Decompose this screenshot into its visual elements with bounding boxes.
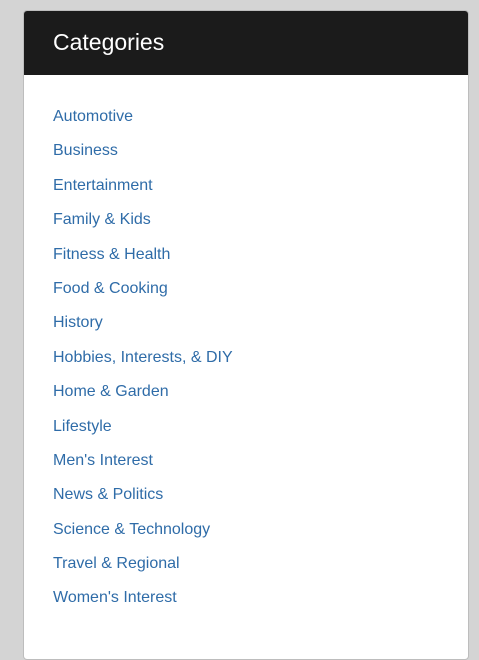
- list-item: Fitness & Health: [53, 243, 468, 277]
- list-item: Men's Interest: [53, 449, 468, 483]
- category-link-news-politics[interactable]: News & Politics: [53, 486, 163, 503]
- category-link-womens-interest[interactable]: Women's Interest: [53, 589, 177, 606]
- list-item: Entertainment: [53, 174, 468, 208]
- category-link-travel-regional[interactable]: Travel & Regional: [53, 555, 180, 572]
- list-item: Business: [53, 139, 468, 173]
- category-link-science-technology[interactable]: Science & Technology: [53, 521, 210, 538]
- category-link-fitness-health[interactable]: Fitness & Health: [53, 246, 170, 263]
- list-item: Automotive: [53, 105, 468, 139]
- category-link-entertainment[interactable]: Entertainment: [53, 177, 153, 194]
- category-link-food-cooking[interactable]: Food & Cooking: [53, 280, 168, 297]
- panel-title: Categories: [53, 28, 165, 55]
- list-item: News & Politics: [53, 483, 468, 517]
- list-item: History: [53, 311, 468, 345]
- list-item: Travel & Regional: [53, 552, 468, 586]
- category-link-automotive[interactable]: Automotive: [53, 108, 133, 125]
- category-link-business[interactable]: Business: [53, 142, 118, 159]
- list-item: Hobbies, Interests, & DIY: [53, 346, 468, 380]
- category-link-family-kids[interactable]: Family & Kids: [53, 211, 151, 228]
- panel-header: Categories: [24, 11, 468, 75]
- category-link-history[interactable]: History: [53, 314, 103, 331]
- category-link-hobbies-interests-diy[interactable]: Hobbies, Interests, & DIY: [53, 349, 233, 366]
- category-list: Automotive Business Entertainment Family…: [24, 75, 468, 621]
- category-link-lifestyle[interactable]: Lifestyle: [53, 418, 112, 435]
- categories-panel: Categories Automotive Business Entertain…: [23, 10, 469, 660]
- list-item: Lifestyle: [53, 415, 468, 449]
- list-item: Women's Interest: [53, 586, 468, 620]
- list-item: Food & Cooking: [53, 277, 468, 311]
- category-link-mens-interest[interactable]: Men's Interest: [53, 452, 153, 469]
- category-link-home-garden[interactable]: Home & Garden: [53, 383, 169, 400]
- list-item: Science & Technology: [53, 518, 468, 552]
- list-item: Home & Garden: [53, 380, 468, 414]
- list-item: Family & Kids: [53, 208, 468, 242]
